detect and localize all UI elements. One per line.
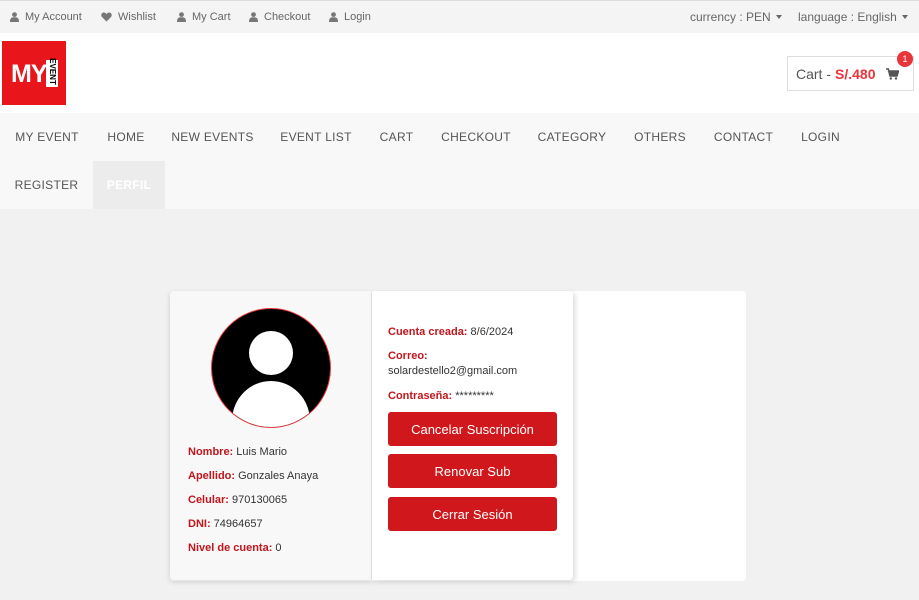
user-icon xyxy=(177,12,186,22)
nav-register[interactable]: REGISTER xyxy=(0,161,93,209)
top-bar: My Account Wishlist My Cart Checkout Log… xyxy=(0,0,919,33)
correo-value: solardestello2@gmail.com xyxy=(388,365,518,377)
my-account-link[interactable]: My Account xyxy=(10,11,82,23)
user-icon xyxy=(10,12,19,22)
nav-others[interactable]: OTHERS xyxy=(620,113,700,161)
celular-value: 970130065 xyxy=(232,494,288,506)
nombre-value: Luis Mario xyxy=(236,446,288,458)
nombre-field: Nombre: Luis Mario xyxy=(188,446,287,458)
contrasena-field: Contraseña: ********* xyxy=(388,390,494,402)
caret-down-icon xyxy=(901,15,908,19)
caret-down-icon xyxy=(775,15,782,19)
nombre-label: Nombre: xyxy=(188,446,234,458)
apellido-label: Apellido: xyxy=(188,470,236,482)
language-dropdown[interactable]: language : English xyxy=(798,10,908,24)
logo-subtext: EVENT xyxy=(47,58,57,85)
dni-value: 74964657 xyxy=(213,518,263,530)
logout-button[interactable]: Cerrar Sesión xyxy=(388,497,557,531)
logo-badge: EVENT xyxy=(46,58,58,87)
nav-checkout[interactable]: CHECKOUT xyxy=(428,113,524,161)
correo-field: Correo: solardestello2@gmail.com xyxy=(388,350,517,377)
cart-label: Cart - xyxy=(796,65,831,82)
celular-field: Celular: 970130065 xyxy=(188,494,287,506)
cart-count-badge: 1 xyxy=(897,51,913,67)
dni-field: DNI: 74964657 xyxy=(188,518,263,530)
wishlist-label: Wishlist xyxy=(118,11,156,23)
avatar xyxy=(211,308,331,428)
apellido-value: Gonzales Anaya xyxy=(238,470,319,482)
nav-login[interactable]: LOGIN xyxy=(787,113,854,161)
nav-contact[interactable]: CONTACT xyxy=(700,113,787,161)
my-account-label: My Account xyxy=(25,11,82,23)
renew-subscription-button[interactable]: Renovar Sub xyxy=(388,454,557,488)
main-nav: MY EVENT HOME NEW EVENTS EVENT LIST CART… xyxy=(0,113,919,209)
nivel-field: Nivel de cuenta: 0 xyxy=(188,542,282,554)
wishlist-link[interactable]: Wishlist xyxy=(101,11,156,23)
login-link[interactable]: Login xyxy=(329,11,371,23)
my-cart-label: My Cart xyxy=(192,11,231,23)
avatar-head xyxy=(249,331,293,375)
nav-home[interactable]: HOME xyxy=(94,113,158,161)
site-header: MY EVENT Cart - S/.480 xyxy=(0,33,919,113)
language-label: language : English xyxy=(798,10,897,24)
currency-dropdown[interactable]: currency : PEN xyxy=(690,10,782,24)
cuenta-creada-value: 8/6/2024 xyxy=(470,326,514,338)
heart-icon xyxy=(101,12,112,22)
cart-total: S/.480 xyxy=(835,65,876,82)
user-icon xyxy=(249,12,258,22)
correo-label: Correo: xyxy=(388,350,428,362)
nav-event-list[interactable]: EVENT LIST xyxy=(267,113,365,161)
login-label: Login xyxy=(344,11,371,23)
contrasena-label: Contraseña: xyxy=(388,390,453,402)
checkout-label: Checkout xyxy=(264,11,311,23)
my-cart-link[interactable]: My Cart xyxy=(177,11,231,23)
user-icon xyxy=(329,12,338,22)
cart-button[interactable]: Cart - S/.480 xyxy=(787,56,914,91)
cancel-subscription-button[interactable]: Cancelar Suscripción xyxy=(388,412,557,446)
nav-perfil[interactable]: PERFIL xyxy=(93,161,165,209)
nav-category[interactable]: CATEGORY xyxy=(524,113,620,161)
cuenta-creada-field: Cuenta creada: 8/6/2024 xyxy=(388,326,513,338)
logo-text: MY xyxy=(11,60,47,88)
dni-label: DNI: xyxy=(188,518,211,530)
nivel-value: 0 xyxy=(275,542,282,554)
checkout-link[interactable]: Checkout xyxy=(249,11,310,23)
logo[interactable]: MY EVENT xyxy=(2,41,66,105)
shopping-cart-icon xyxy=(886,67,900,80)
cuenta-creada-label: Cuenta creada: xyxy=(388,326,468,338)
avatar-body xyxy=(232,381,310,427)
nav-my-event[interactable]: MY EVENT xyxy=(0,113,94,161)
apellido-field: Apellido: Gonzales Anaya xyxy=(188,470,318,482)
nav-new-events[interactable]: NEW EVENTS xyxy=(158,113,267,161)
currency-label: currency : PEN xyxy=(690,10,771,24)
contrasena-value: ********* xyxy=(455,390,494,402)
nav-cart[interactable]: CART xyxy=(365,113,428,161)
nivel-label: Nivel de cuenta: xyxy=(188,542,273,554)
celular-label: Celular: xyxy=(188,494,229,506)
